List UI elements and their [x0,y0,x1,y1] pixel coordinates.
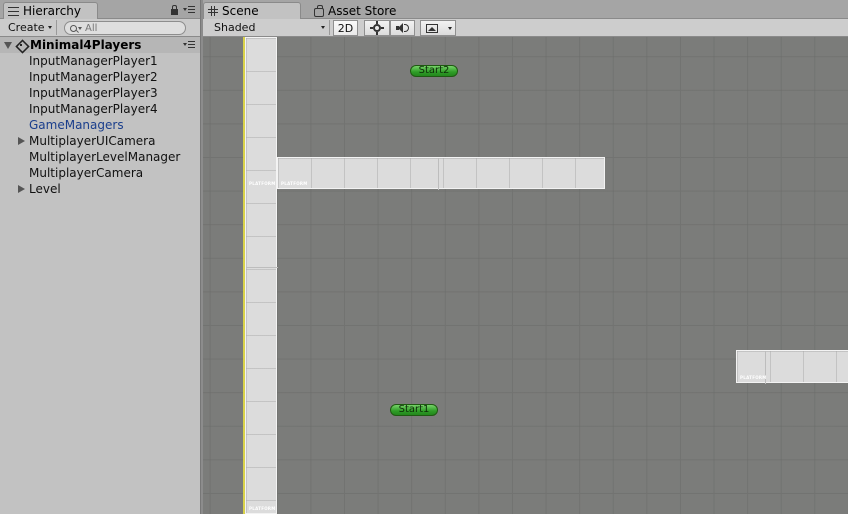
speaker-icon [395,23,410,33]
platform-vertical[interactable]: PLATFORM PLATFORM [245,37,278,514]
hierarchy-tree: Minimal4Players InputManagerPlayer1 Inpu… [0,37,200,197]
search-field[interactable] [64,21,186,35]
hierarchy-panel: Hierarchy Create Minimal4Players InputMa… [0,0,200,514]
chevron-down-icon [321,26,325,29]
chevron-down-icon [47,26,52,29]
hierarchy-item[interactable]: Level [0,181,200,197]
hierarchy-item-label: InputManagerPlayer2 [29,70,158,84]
hierarchy-item-label: InputManagerPlayer1 [29,54,158,68]
hierarchy-item[interactable]: InputManagerPlayer4 [0,101,200,117]
2d-toggle-label: 2D [337,21,354,35]
start1-spawn-marker[interactable]: Start1 [390,404,438,416]
hierarchy-item-prefab[interactable]: GameManagers [0,117,200,133]
create-button-label: Create [8,21,45,34]
start2-spawn-marker[interactable]: Start2 [410,65,458,77]
scene-toolbar: Shaded 2D [203,19,848,37]
hierarchy-list-icon [8,6,19,16]
search-icon [70,24,77,32]
scene-menu-icon[interactable] [183,41,195,49]
expand-arrow-icon[interactable] [4,41,12,49]
expand-arrow-icon[interactable] [18,185,25,193]
hierarchy-item-label: InputManagerPlayer4 [29,102,158,116]
start2-label: Start2 [418,65,450,76]
create-button[interactable]: Create [4,20,57,35]
image-icon [426,23,438,33]
tab-scene[interactable]: Scene [203,2,301,19]
hierarchy-item[interactable]: MultiplayerCamera [0,165,200,181]
hierarchy-item[interactable]: InputManagerPlayer2 [0,69,200,85]
hierarchy-panel-controls [171,5,195,15]
tab-hierarchy[interactable]: Hierarchy [3,2,98,19]
scene-viewport[interactable]: PLATFORM PLATFORM PLATFORM PLATFORM Star… [203,37,848,514]
chevron-down-icon[interactable] [448,27,452,30]
hierarchy-item[interactable]: MultiplayerLevelManager [0,149,200,165]
2d-toggle-button[interactable]: 2D [333,20,358,36]
search-input[interactable] [85,22,175,34]
platform-label: PLATFORM [281,181,308,186]
shopping-bag-icon [314,4,324,17]
platform-segment-divider [246,267,278,268]
expand-arrow-icon[interactable] [18,137,25,145]
platform-label: PLATFORM [249,506,276,511]
hierarchy-item[interactable]: InputManagerPlayer3 [0,85,200,101]
hierarchy-item-label: MultiplayerUICamera [29,134,156,148]
hierarchy-item-label: Level [29,182,61,196]
audio-toggle-button[interactable] [390,20,415,36]
lock-icon[interactable] [171,5,178,15]
hierarchy-item-label: MultiplayerCamera [29,166,144,180]
search-filter-caret-icon[interactable] [78,26,82,30]
sun-icon [370,21,384,35]
hierarchy-item-label: InputManagerPlayer3 [29,86,158,100]
platform-segment-divider [438,158,439,190]
hierarchy-tabbar: Hierarchy [0,0,200,19]
lighting-toggle-button[interactable] [364,20,390,36]
platform-horizontal-top[interactable]: PLATFORM [277,157,605,190]
hierarchy-item-label: GameManagers [29,118,124,132]
start1-label: Start1 [398,404,430,415]
tab-asset-store[interactable]: Asset Store [309,2,404,19]
platform-horizontal-right[interactable]: PLATFORM [736,350,848,384]
hierarchy-item-label: MultiplayerLevelManager [29,150,181,164]
platform-label: PLATFORM [740,375,767,380]
scene-tabbar: Scene Asset Store [203,0,848,19]
platform-label: PLATFORM [249,181,276,186]
hierarchy-item[interactable]: InputManagerPlayer1 [0,53,200,69]
shading-mode-value: Shaded [214,21,256,34]
hierarchy-item[interactable]: MultiplayerUICamera [0,133,200,149]
tab-scene-label: Scene [222,4,259,18]
scene-root-row[interactable]: Minimal4Players [0,37,200,53]
scene-panel: Scene Asset Store Shaded 2D PLATFORM PLA… [203,0,848,514]
scene-name: Minimal4Players [30,38,142,52]
effects-toggle-button[interactable] [420,20,456,36]
grid-icon [208,6,218,16]
panel-menu-icon[interactable] [183,6,195,14]
tab-hierarchy-label: Hierarchy [23,4,82,18]
hierarchy-toolbar: Create [0,19,200,37]
tab-asset-store-label: Asset Store [328,4,397,18]
shading-mode-dropdown[interactable]: Shaded [208,20,330,35]
unity-scene-icon [15,39,27,51]
